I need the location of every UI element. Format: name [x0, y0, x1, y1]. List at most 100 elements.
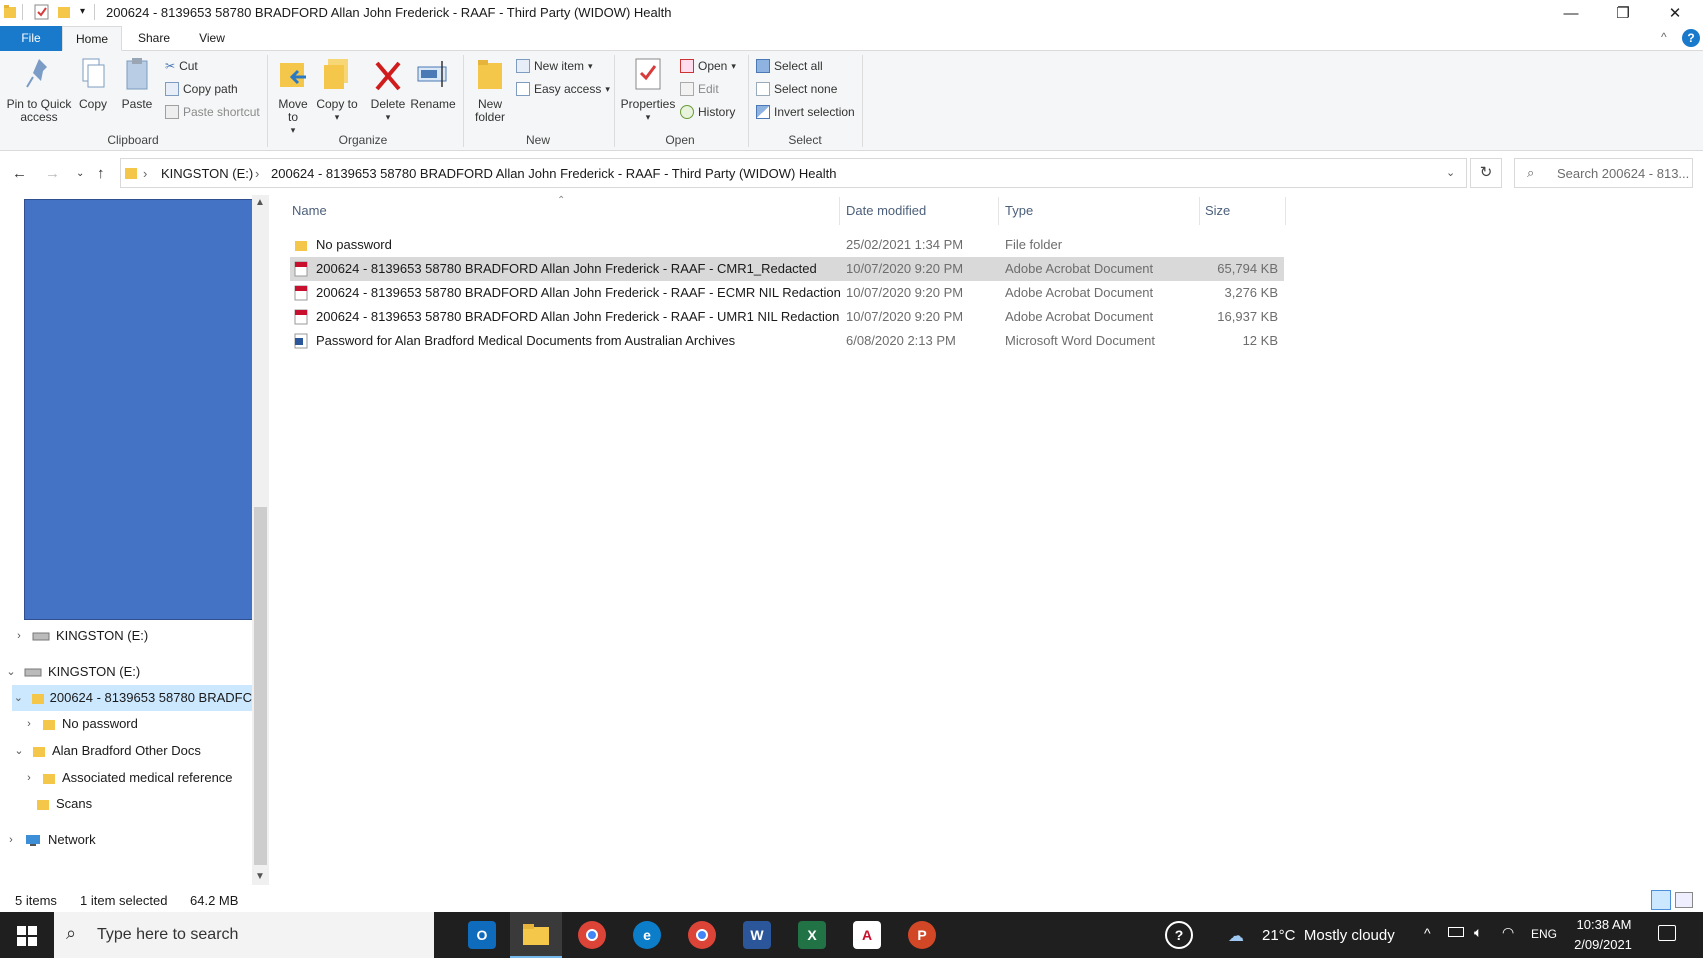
- chevron-down-icon[interactable]: ⌄: [4, 659, 18, 685]
- breadcrumb-drive[interactable]: KINGSTON (E:): [161, 166, 253, 181]
- battery-icon[interactable]: [1448, 927, 1464, 937]
- nav-item-kingston-1[interactable]: › KINGSTON (E:): [12, 623, 148, 649]
- column-separator[interactable]: [1285, 197, 1286, 225]
- history-button[interactable]: History: [680, 105, 735, 119]
- edge-icon[interactable]: e: [633, 921, 661, 949]
- back-arrow-icon[interactable]: ←: [12, 165, 27, 182]
- edit-button[interactable]: Edit: [680, 82, 719, 96]
- chevron-right-icon[interactable]: ›: [12, 623, 26, 649]
- large-icons-view-icon[interactable]: [1675, 892, 1693, 908]
- tab-view[interactable]: View: [186, 26, 238, 51]
- weather-text[interactable]: 21°C Mostly cloudy: [1262, 927, 1395, 944]
- tab-file[interactable]: File: [0, 26, 62, 51]
- new-folder-quick-icon[interactable]: [58, 5, 70, 19]
- nav-item-network[interactable]: › Network: [4, 827, 96, 853]
- acrobat-icon[interactable]: A: [853, 921, 881, 949]
- tab-home[interactable]: Home: [62, 26, 122, 51]
- nav-item-medical-reference[interactable]: › Associated medical reference: [22, 765, 232, 791]
- help-tips-icon[interactable]: ?: [1165, 921, 1193, 949]
- nav-item-other-docs[interactable]: ⌄ Alan Bradford Other Docs: [12, 738, 200, 764]
- quick-access-dropdown-icon[interactable]: ▾: [80, 6, 85, 17]
- forward-arrow-icon[interactable]: →: [45, 165, 60, 182]
- taskbar-search-input[interactable]: Type here to search: [97, 926, 238, 944]
- close-button[interactable]: ✕: [1649, 0, 1701, 26]
- column-separator[interactable]: [998, 197, 999, 225]
- chevron-down-icon[interactable]: ⌄: [12, 685, 25, 711]
- nav-item-no-password[interactable]: › No password: [22, 711, 138, 737]
- properties-quick-icon[interactable]: [34, 4, 50, 20]
- select-none-button[interactable]: Select none: [756, 82, 837, 96]
- rename-button[interactable]: Rename: [410, 57, 456, 111]
- copy-button[interactable]: Copy: [76, 57, 110, 111]
- chevron-right-icon[interactable]: ›: [22, 711, 36, 737]
- clock-time[interactable]: 10:38 AM: [1574, 917, 1634, 932]
- notifications-icon[interactable]: [1658, 925, 1676, 941]
- scroll-down-arrow-icon[interactable]: ▼: [255, 871, 265, 882]
- column-header-date[interactable]: Date modified: [846, 203, 926, 218]
- new-folder-button[interactable]: New folder: [468, 57, 512, 124]
- column-header-type[interactable]: Type: [1005, 203, 1033, 218]
- file-row[interactable]: Password for Alan Bradford Medical Docum…: [290, 329, 1284, 353]
- chevron-down-icon[interactable]: ⌄: [12, 738, 26, 764]
- taskbar-search-box[interactable]: ⌕ Type here to search: [54, 912, 434, 958]
- recent-locations-chevron-icon[interactable]: ⌄: [76, 168, 84, 179]
- chevron-right-icon[interactable]: ›: [22, 765, 36, 791]
- copy-to-button[interactable]: Copy to ▾: [316, 57, 358, 124]
- paste-shortcut-button[interactable]: Paste shortcut: [165, 105, 260, 119]
- chevron-right-icon[interactable]: ›: [4, 827, 18, 853]
- file-row[interactable]: 200624 - 8139653 58780 BRADFORD Allan Jo…: [290, 281, 1284, 305]
- file-row-selected[interactable]: 200624 - 8139653 58780 BRADFORD Allan Jo…: [290, 257, 1284, 281]
- column-header-name[interactable]: Name: [292, 203, 327, 218]
- word-icon[interactable]: W: [743, 921, 771, 949]
- up-arrow-icon[interactable]: ↑: [97, 165, 105, 182]
- nav-item-current-folder[interactable]: ⌄ 200624 - 8139653 58780 BRADFC: [12, 685, 252, 711]
- breadcrumb-separator-icon[interactable]: ›: [255, 166, 259, 181]
- tab-share[interactable]: Share: [124, 26, 184, 51]
- show-hidden-icons-icon[interactable]: ^: [1424, 925, 1431, 941]
- file-row[interactable]: 200624 - 8139653 58780 BRADFORD Allan Jo…: [290, 305, 1284, 329]
- paste-button[interactable]: Paste: [120, 57, 154, 111]
- move-to-button[interactable]: Move to ▾: [272, 57, 314, 137]
- address-dropdown-chevron-icon[interactable]: ⌄: [1446, 166, 1455, 179]
- properties-button[interactable]: Properties ▾: [618, 57, 678, 124]
- nav-scrollbar[interactable]: ▲ ▼: [252, 195, 269, 885]
- collapse-ribbon-icon[interactable]: ^: [1661, 30, 1667, 44]
- search-box[interactable]: ⌕ Search 200624 - 813...: [1514, 158, 1693, 188]
- minimize-button[interactable]: —: [1545, 0, 1597, 26]
- scroll-up-arrow-icon[interactable]: ▲: [255, 197, 265, 208]
- outlook-icon[interactable]: O: [468, 921, 496, 949]
- pin-to-quick-access-button[interactable]: Pin to Quick access: [4, 57, 74, 124]
- powerpoint-icon[interactable]: P: [908, 921, 936, 949]
- nav-item-kingston-2[interactable]: ⌄ KINGSTON (E:): [4, 659, 140, 685]
- wifi-icon[interactable]: ◠: [1502, 924, 1514, 941]
- new-item-button[interactable]: New item ▾: [516, 59, 593, 73]
- help-icon[interactable]: ?: [1682, 29, 1700, 47]
- chrome-icon[interactable]: [578, 921, 606, 949]
- nav-item-scans[interactable]: Scans: [36, 791, 92, 817]
- search-input[interactable]: Search 200624 - 813...: [1557, 166, 1689, 181]
- file-row[interactable]: No password 25/02/2021 1:34 PM File fold…: [290, 233, 1284, 257]
- maximize-button[interactable]: ❐: [1597, 0, 1649, 26]
- easy-access-button[interactable]: Easy access ▾: [516, 82, 610, 96]
- column-separator[interactable]: [839, 197, 840, 225]
- invert-selection-button[interactable]: Invert selection: [756, 105, 855, 119]
- copy-path-button[interactable]: Copy path: [165, 82, 238, 96]
- column-separator[interactable]: [1199, 197, 1200, 225]
- windows-start-icon[interactable]: [17, 926, 37, 946]
- chrome-icon[interactable]: [688, 921, 716, 949]
- select-all-button[interactable]: Select all: [756, 59, 823, 73]
- excel-icon[interactable]: X: [798, 921, 826, 949]
- file-explorer-taskbar-button[interactable]: [510, 912, 562, 958]
- delete-button[interactable]: Delete ▾: [368, 57, 408, 124]
- breadcrumb-folder[interactable]: 200624 - 8139653 58780 BRADFORD Allan Jo…: [271, 166, 836, 181]
- refresh-icon[interactable]: ↻: [1470, 158, 1502, 188]
- language-indicator[interactable]: ENG: [1531, 927, 1557, 941]
- breadcrumb-separator-icon[interactable]: ›: [143, 166, 147, 181]
- open-button[interactable]: Open ▾: [680, 59, 736, 73]
- cut-button[interactable]: ✂ Cut: [165, 59, 198, 73]
- clock-date[interactable]: 2/09/2021: [1570, 937, 1636, 952]
- scrollbar-thumb[interactable]: [254, 507, 267, 865]
- column-header-size[interactable]: Size: [1205, 203, 1230, 218]
- volume-icon[interactable]: 🔈︎: [1474, 924, 1482, 941]
- address-bar[interactable]: › KINGSTON (E:) › 200624 - 8139653 58780…: [120, 158, 1467, 188]
